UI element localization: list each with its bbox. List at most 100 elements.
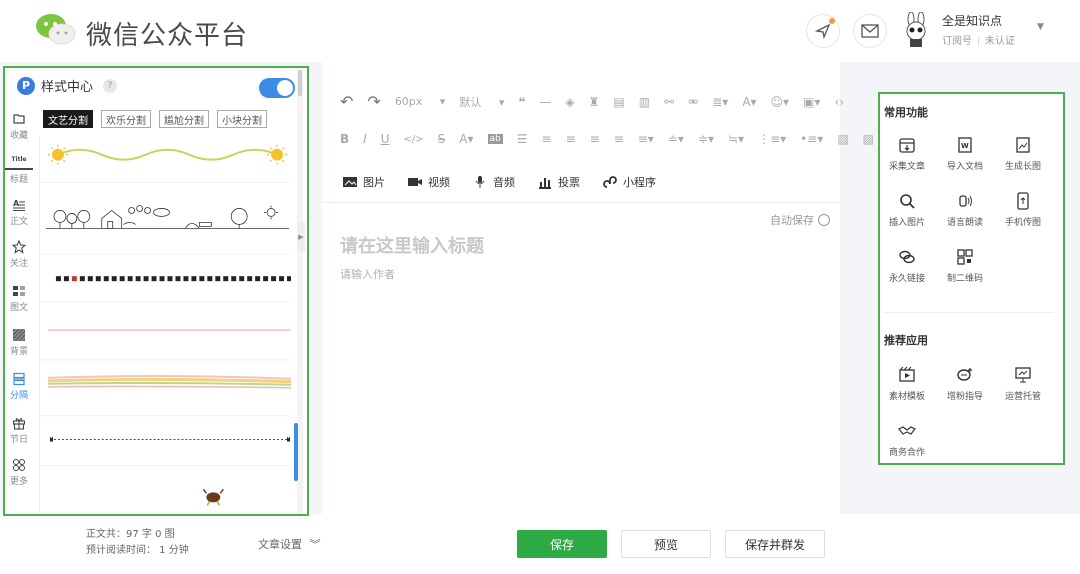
divider-square-dots[interactable]	[55, 276, 291, 282]
account-name[interactable]: 全是知识点	[942, 12, 1002, 29]
panel-scrollbar-thumb[interactable]	[298, 70, 302, 96]
emoji-icon[interactable]: ☺▾	[771, 95, 790, 109]
html-code-icon[interactable]: </>	[404, 134, 424, 145]
collect-article-button[interactable]: 采集文章	[880, 136, 934, 172]
font-family-select[interactable]: 默认 ▾	[459, 94, 504, 110]
link-icon[interactable]: ⚯	[664, 95, 674, 109]
side-nav-background[interactable]: 背景	[5, 328, 33, 357]
tab-happy-divider[interactable]: 欢乐分割	[101, 110, 151, 128]
underline-icon[interactable]: U	[381, 132, 390, 146]
article-settings-toggle[interactable]: 文章设置 ︾	[258, 536, 321, 552]
editor-area[interactable]	[322, 62, 840, 514]
tab-block-divider[interactable]: 小块分割	[217, 110, 267, 128]
insert-audio-button[interactable]: 音频	[472, 174, 515, 190]
account-type: 订阅号	[942, 36, 972, 47]
material-template-button[interactable]: 素材模板	[880, 366, 934, 402]
style-center-toggle[interactable]	[259, 78, 295, 98]
float-left-icon[interactable]: ▧	[837, 132, 848, 146]
horizontal-rule-icon[interactable]: —	[539, 95, 551, 109]
save-and-publish-button[interactable]: 保存并群发	[725, 530, 825, 558]
unlink-icon[interactable]: ⚮	[688, 95, 698, 109]
tab-awkward-divider[interactable]: 尴尬分割	[159, 110, 209, 128]
spacing-bottom-icon[interactable]: ≑▾	[698, 132, 714, 146]
qr-code-button[interactable]: 制二维码	[938, 248, 992, 284]
phone-upload-button[interactable]: 手机传图	[996, 192, 1050, 228]
font-color-icon[interactable]: A▾	[459, 132, 473, 146]
qr-code-icon	[957, 249, 973, 265]
undo-icon[interactable]: ↶	[340, 92, 353, 111]
indent-icon[interactable]: ☰	[517, 132, 528, 146]
side-nav-more[interactable]: 更多	[5, 458, 33, 487]
voice-read-button[interactable]: 语言朗读	[938, 192, 992, 228]
operation-hosting-button[interactable]: 运营托管	[996, 366, 1050, 402]
insert-image-button[interactable]: 图片	[342, 174, 385, 190]
import-doc-button[interactable]: W 导入文档	[938, 136, 992, 172]
gift-icon	[12, 418, 26, 430]
align-left-icon[interactable]: ≡	[542, 132, 552, 146]
insert-video-button[interactable]: 视频	[407, 174, 450, 190]
paste-text-icon[interactable]: ▤	[613, 95, 624, 109]
save-button[interactable]: 保存	[517, 530, 607, 558]
insert-mini-program-button[interactable]: 小程序	[602, 174, 656, 190]
align-right-icon[interactable]: ≡	[590, 132, 600, 146]
square-dot	[239, 276, 245, 282]
paragraph-icon[interactable]: ▥	[639, 95, 650, 109]
style-list-scrollbar-thumb[interactable]	[294, 423, 298, 481]
side-nav-body-text[interactable]: A 正文	[5, 198, 33, 227]
align-center-icon[interactable]: ≡	[566, 132, 576, 146]
help-icon[interactable]: ?	[103, 78, 118, 93]
author-input[interactable]: 请输入作者	[340, 266, 395, 282]
redo-icon[interactable]: ↷	[367, 92, 380, 111]
italic-icon[interactable]: I	[363, 132, 367, 146]
bold-icon[interactable]: B	[340, 132, 349, 146]
code-icon[interactable]: ‹›	[834, 95, 844, 109]
permanent-link-button[interactable]: 永久链接	[880, 248, 934, 284]
letter-spacing-icon[interactable]: ≒▾	[728, 132, 744, 146]
square-dot	[279, 276, 285, 282]
article-title-input[interactable]: 请在这里输入标题	[340, 232, 484, 258]
message-button[interactable]	[853, 14, 887, 48]
text-color-icon[interactable]: A▾	[742, 95, 756, 109]
divider-bird-ornament[interactable]	[202, 488, 224, 506]
format-painter-icon[interactable]: ◈	[565, 95, 574, 109]
side-nav-follow[interactable]: 关注	[5, 240, 33, 269]
insert-image-search-button[interactable]: 插入图片	[880, 192, 934, 228]
float-right-icon[interactable]: ▨	[863, 132, 874, 146]
align-more-icon[interactable]: ≡▾	[638, 132, 654, 146]
collapse-panel-button[interactable]: ▶	[297, 222, 305, 252]
align-justify-icon[interactable]: ≡	[614, 132, 624, 146]
common-functions-title: 常用功能	[884, 106, 928, 119]
business-coop-button[interactable]: 商务合作	[880, 422, 934, 458]
font-size-select[interactable]: 60px ▾	[395, 95, 446, 108]
strikethrough-icon[interactable]: S	[438, 132, 446, 146]
background-color-icon[interactable]: ab	[487, 134, 503, 144]
divider-rainbow-brush[interactable]	[47, 375, 291, 389]
insert-vote-button[interactable]: 投票	[537, 174, 580, 190]
tab-literary-divider[interactable]: 文艺分割	[43, 110, 93, 128]
fans-guide-button[interactable]: 增粉指导	[938, 366, 992, 402]
square-dot	[223, 276, 229, 282]
avatar[interactable]	[902, 12, 930, 48]
side-nav-title[interactable]: Title 标题	[5, 156, 33, 185]
account-dropdown-icon[interactable]: ▼	[1037, 22, 1044, 32]
unordered-list-icon[interactable]: •≡▾	[800, 132, 823, 146]
image-insert-icon[interactable]: ▣▾	[803, 95, 820, 109]
line-height-icon[interactable]: ≣▾	[712, 95, 728, 109]
long-image-button[interactable]: 生成长图	[996, 136, 1050, 172]
side-nav-divider[interactable]: 分隔	[5, 372, 33, 401]
square-dot	[135, 276, 141, 282]
divider-dashed-cats[interactable]	[49, 436, 291, 442]
divider-sun-wave[interactable]	[47, 144, 288, 165]
side-nav-image-text[interactable]: 图文	[5, 284, 33, 313]
search-insert-image-icon	[900, 194, 915, 209]
preview-button[interactable]: 预览	[621, 530, 711, 558]
recommended-apps-title: 推荐应用	[884, 334, 928, 347]
side-nav-favorites[interactable]: 收藏	[5, 112, 33, 141]
notification-button[interactable]	[806, 14, 840, 48]
side-nav-holiday[interactable]: 节日	[5, 416, 33, 445]
divider-town-sketch[interactable]	[45, 205, 290, 229]
ordered-list-icon[interactable]: ⋮≡▾	[758, 132, 786, 146]
quote-icon[interactable]: ❝	[518, 95, 525, 109]
clear-format-icon[interactable]: ♜	[589, 95, 600, 109]
spacing-top-icon[interactable]: ≐▾	[668, 132, 684, 146]
